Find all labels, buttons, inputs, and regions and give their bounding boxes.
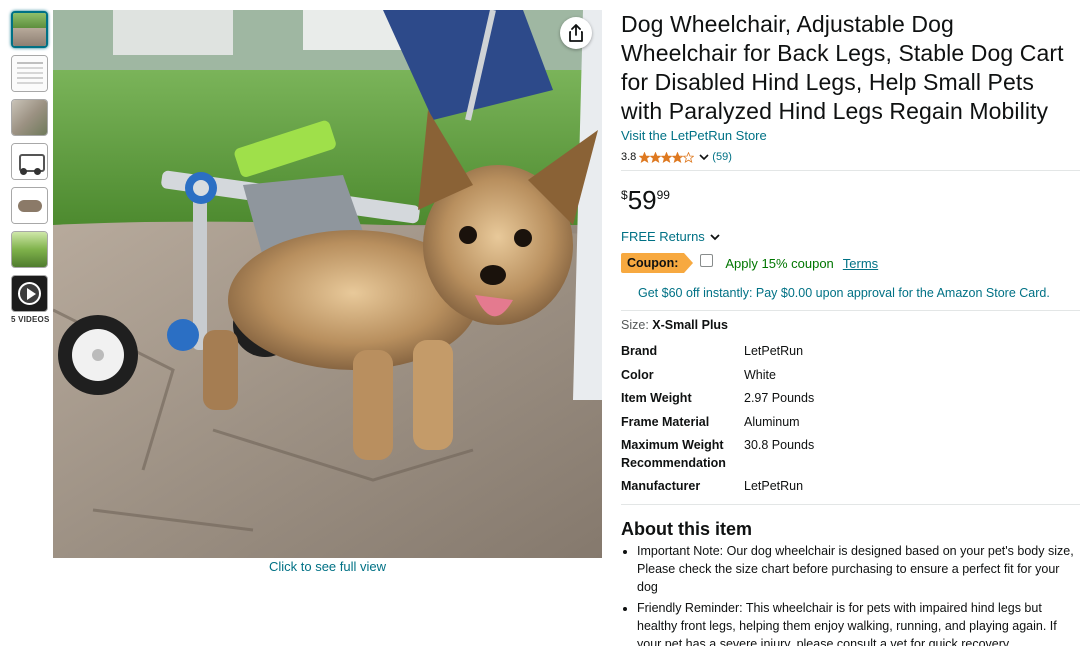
spec-key: Frame Material (621, 414, 710, 429)
thumbnail-image-6[interactable] (11, 231, 48, 268)
chevron-down-icon (710, 233, 720, 240)
star-icon (672, 151, 684, 163)
chevron-down-icon[interactable] (698, 151, 710, 163)
size-selector-label: Size: X-Small Plus (621, 318, 1076, 332)
divider (621, 503, 1080, 505)
thumbnail-rail: 5 VIDEOS (11, 11, 49, 324)
spec-value: 2.97 Pounds (744, 391, 815, 405)
thumbnail-image-5[interactable] (11, 187, 48, 224)
share-button[interactable] (560, 17, 592, 49)
videos-count-label: 5 VIDEOS (11, 315, 50, 324)
price: $ 59 99 (621, 186, 1076, 218)
about-bullet: Important Note: Our dog wheelchair is de… (637, 542, 1076, 596)
divider (621, 170, 1080, 171)
divider (621, 310, 1080, 311)
store-link[interactable]: Visit the LetPetRun Store (621, 128, 767, 143)
price-fraction: 99 (656, 188, 670, 202)
price-currency: $ (621, 188, 628, 202)
free-returns-label: FREE Returns (621, 229, 705, 244)
spec-key: Brand (621, 344, 658, 358)
size-value: X-Small Plus (652, 318, 729, 332)
thumbnail-image-1[interactable] (11, 11, 48, 48)
share-icon (569, 24, 583, 42)
spec-value: 30.8 Pounds (744, 438, 815, 452)
spec-key: Color (621, 367, 654, 382)
star-icon (683, 151, 695, 163)
star-rating[interactable] (639, 151, 695, 163)
review-count-link[interactable]: (59) (712, 151, 732, 163)
thumbnail-image-2[interactable] (11, 55, 48, 92)
star-icon (639, 151, 651, 163)
product-title: Dog Wheelchair, Adjustable Dog Wheelchai… (621, 11, 1064, 124)
spec-row: Brand LetPetRun (621, 343, 1076, 361)
price-whole: 59 (627, 185, 657, 215)
product-details: Dog Wheelchair, Adjustable Dog Wheelchai… (621, 10, 1080, 646)
spec-value: LetPetRun (744, 479, 804, 493)
rating-row: 3.8 (59) (621, 150, 1076, 164)
about-list: Important Note: Our dog wheelchair is de… (621, 542, 1076, 646)
coupon-terms-link[interactable]: Terms (843, 256, 878, 271)
product-specs: Brand LetPetRun Color White Item Weight … (621, 343, 1076, 496)
spec-row: Maximum Weight Recommendation 30.8 Pound… (621, 437, 1076, 472)
spec-key: Manufacturer (621, 479, 701, 493)
main-product-image[interactable] (53, 10, 602, 558)
spec-key: Maximum Weight Recommendation (621, 438, 726, 470)
full-view-link[interactable]: Click to see full view (53, 559, 602, 574)
star-icon (661, 151, 673, 163)
coupon-badge: Coupon: (621, 253, 694, 273)
coupon-row: Coupon: Apply 15% coupon Terms (621, 252, 1076, 274)
play-icon (18, 282, 41, 305)
spec-row: Manufacturer LetPetRun (621, 478, 1076, 496)
thumbnail-video[interactable] (11, 275, 48, 312)
about-title: About this item (621, 518, 752, 539)
size-label: Size: (621, 318, 649, 332)
rating-value: 3.8 (621, 151, 637, 163)
spec-row: Item Weight 2.97 Pounds (621, 390, 1076, 408)
spec-key: Item Weight (621, 391, 692, 405)
store-card-offer-link[interactable]: Get $60 off instantly: Pay $0.00 upon ap… (638, 286, 1076, 300)
apply-coupon-label[interactable]: Apply 15% coupon (725, 256, 833, 271)
spec-value: Aluminum (744, 414, 800, 429)
spec-row: Frame Material Aluminum (621, 414, 1076, 432)
free-returns-link[interactable]: FREE Returns (621, 229, 721, 244)
spec-value: LetPetRun (744, 344, 804, 358)
star-icon (650, 151, 662, 163)
spec-value: White (744, 367, 776, 382)
coupon-checkbox[interactable] (700, 253, 714, 267)
thumbnail-image-4[interactable] (11, 143, 48, 180)
thumbnail-image-3[interactable] (11, 99, 48, 136)
spec-row: Color White (621, 367, 1076, 385)
about-bullet: Friendly Reminder: This wheelchair is fo… (637, 599, 1076, 646)
